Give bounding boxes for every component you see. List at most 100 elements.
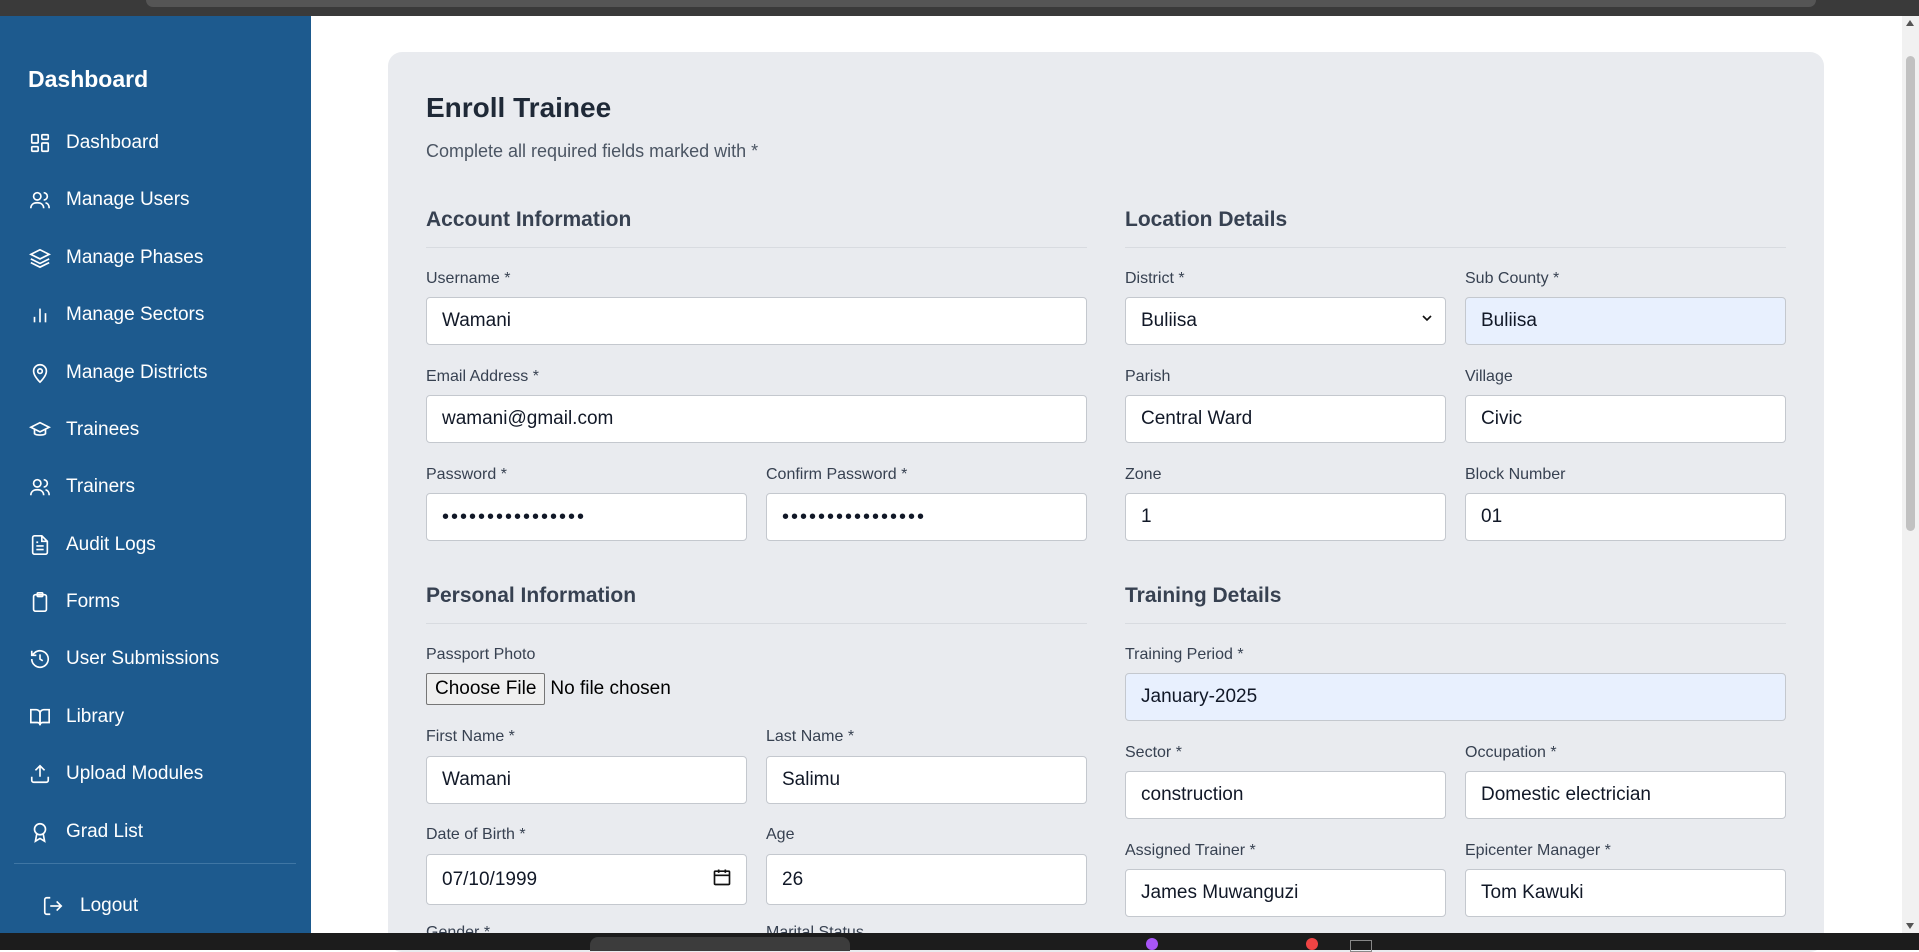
history-icon (28, 647, 52, 671)
file-text-icon (28, 533, 52, 557)
section-title-personal: Personal Information (426, 584, 637, 607)
sidebar-item-label: Upload Modules (66, 763, 204, 784)
sidebar-item-manage-districts[interactable]: Manage Districts (28, 353, 208, 393)
sidebar: Dashboard Dashboard Manage Users Manage … (0, 16, 311, 933)
last-name-label: Last Name * (766, 728, 855, 745)
upload-icon (28, 762, 52, 786)
confirm-password-label: Confirm Password * (766, 466, 908, 483)
scroll-up-arrow-icon[interactable] (1906, 20, 1914, 26)
sidebar-item-audit-logs[interactable]: Audit Logs (28, 525, 156, 565)
sidebar-item-manage-sectors[interactable]: Manage Sectors (28, 295, 204, 335)
sidebar-item-label: Audit Logs (66, 534, 156, 555)
map-pin-icon (28, 361, 52, 385)
parish-input[interactable]: Central Ward (1125, 395, 1446, 443)
sector-input[interactable]: construction (1125, 771, 1446, 819)
chevron-down-icon (1419, 310, 1435, 332)
taskbar-search[interactable] (590, 937, 850, 951)
logout-button[interactable]: Logout (42, 886, 138, 926)
username-input[interactable]: Wamani (426, 297, 1087, 345)
sidebar-divider (14, 863, 296, 864)
subcounty-label: Sub County * (1465, 270, 1560, 287)
sidebar-item-label: Trainers (66, 476, 135, 497)
bar-chart-icon (28, 303, 52, 327)
sidebar-item-label: Manage Districts (66, 362, 208, 383)
taskbar-app-icon[interactable] (1306, 938, 1318, 950)
sidebar-item-library[interactable]: Library (28, 697, 124, 737)
district-select[interactable]: Buliisa (1125, 297, 1446, 345)
users-icon (28, 188, 52, 212)
clipboard-icon (28, 590, 52, 614)
confirm-password-input[interactable]: •••••••••••••••• (766, 493, 1087, 541)
sidebar-item-label: Manage Users (66, 189, 190, 210)
sector-label: Sector * (1125, 744, 1182, 761)
password-label: Password * (426, 466, 507, 483)
section-divider (1125, 247, 1786, 248)
email-label: Email Address * (426, 368, 539, 385)
sidebar-item-trainers[interactable]: Trainers (28, 467, 135, 507)
passport-photo-field: Choose File No file chosen (426, 673, 671, 705)
calendar-icon[interactable] (712, 867, 732, 893)
section-title-training: Training Details (1125, 584, 1282, 607)
sidebar-item-manage-phases[interactable]: Manage Phases (28, 238, 203, 278)
book-icon (28, 705, 52, 729)
page-scrollbar[interactable] (1902, 16, 1919, 933)
passport-photo-label: Passport Photo (426, 646, 536, 663)
epicenter-manager-input[interactable]: Tom Kawuki (1465, 869, 1786, 917)
file-status-text: No file chosen (550, 678, 671, 699)
occupation-input[interactable]: Domestic electrician (1465, 771, 1786, 819)
section-divider (426, 247, 1087, 248)
training-period-input[interactable]: January-2025 (1125, 673, 1786, 721)
sidebar-brand: Dashboard (28, 66, 149, 92)
section-title-account: Account Information (426, 208, 632, 231)
scroll-down-arrow-icon[interactable] (1906, 923, 1914, 929)
sidebar-item-label: Dashboard (66, 132, 159, 153)
training-period-label: Training Period * (1125, 646, 1244, 663)
district-value: Buliisa (1141, 310, 1197, 331)
district-label: District * (1125, 270, 1185, 287)
sidebar-item-grad-list[interactable]: Grad List (28, 812, 143, 852)
sidebar-item-label: Manage Sectors (66, 304, 205, 325)
page-subtitle: Complete all required fields marked with… (426, 141, 759, 161)
layers-icon (28, 246, 52, 270)
choose-file-button[interactable]: Choose File (426, 673, 546, 705)
sidebar-item-upload-modules[interactable]: Upload Modules (28, 754, 203, 794)
password-input[interactable]: •••••••••••••••• (426, 493, 747, 541)
assigned-trainer-label: Assigned Trainer * (1125, 842, 1256, 859)
zone-input[interactable]: 1 (1125, 493, 1446, 541)
dashboard-grid-icon (28, 131, 52, 155)
assigned-trainer-input[interactable]: James Muwanguzi (1125, 869, 1446, 917)
first-name-input[interactable]: Wamani (426, 756, 747, 804)
zone-label: Zone (1125, 466, 1162, 483)
sidebar-item-forms[interactable]: Forms (28, 582, 120, 622)
email-input[interactable]: wamani@gmail.com (426, 395, 1087, 443)
sidebar-item-label: User Submissions (66, 648, 220, 669)
epicenter-manager-label: Epicenter Manager * (1465, 842, 1611, 859)
age-label: Age (766, 826, 795, 843)
village-input[interactable]: Civic (1465, 395, 1786, 443)
sidebar-item-label: Library (66, 706, 125, 727)
section-divider (1125, 623, 1786, 624)
sidebar-item-dashboard[interactable]: Dashboard (28, 123, 159, 163)
sidebar-item-user-submissions[interactable]: User Submissions (28, 639, 219, 679)
block-number-input[interactable]: 01 (1465, 493, 1786, 541)
last-name-input[interactable]: Salimu (766, 756, 1087, 804)
sidebar-item-manage-users[interactable]: Manage Users (28, 180, 190, 220)
username-label: Username * (426, 270, 511, 287)
taskbar-app-icon[interactable] (1146, 938, 1158, 950)
sidebar-item-trainees[interactable]: Trainees (28, 410, 139, 450)
browser-tab-strip (146, 0, 1816, 7)
taskbar-window-icon[interactable] (1350, 940, 1372, 952)
sidebar-item-label: Forms (66, 591, 120, 612)
first-name-label: First Name * (426, 728, 515, 745)
scrollbar-thumb[interactable] (1906, 56, 1915, 531)
browser-top-bar (0, 0, 1919, 16)
subcounty-input[interactable]: Buliisa (1465, 297, 1786, 345)
parish-label: Parish (1125, 368, 1171, 385)
dob-label: Date of Birth * (426, 826, 526, 843)
award-icon (28, 820, 52, 844)
age-input[interactable]: 26 (766, 854, 1087, 905)
dob-input[interactable]: 07/10/1999 (426, 854, 747, 905)
village-label: Village (1465, 368, 1513, 385)
section-title-location: Location Details (1125, 208, 1288, 231)
block-number-label: Block Number (1465, 466, 1566, 483)
